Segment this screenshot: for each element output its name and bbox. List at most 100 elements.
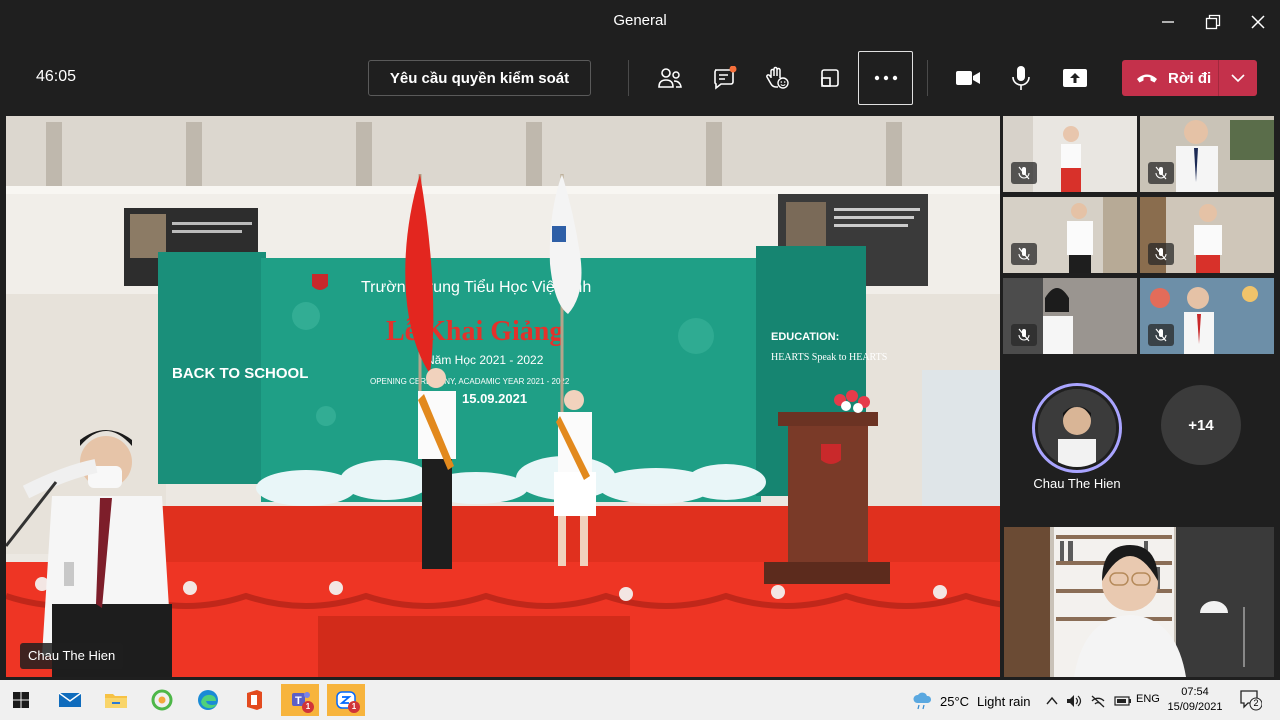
participants-icon — [658, 68, 682, 88]
teams-meeting-window: General 46:05 Yêu cầu quyền kiểm soát Rờ… — [0, 0, 1280, 720]
taskbar-file-explorer[interactable] — [97, 684, 135, 716]
windows-icon — [13, 692, 29, 708]
teams-notification-badge: 1 — [302, 701, 314, 713]
hearts-text: HEARTS Speak to HEARTS — [771, 352, 887, 363]
windows-taskbar: T 1 1 25°C Light rain ENG 07:54 15/09/20… — [0, 680, 1280, 720]
meeting-toolbar: 46:05 Yêu cầu quyền kiểm soát Rời đi — [0, 44, 1280, 112]
more-actions-button[interactable] — [858, 51, 913, 105]
taskbar-coccoc[interactable] — [143, 684, 181, 716]
restore-button[interactable] — [1193, 8, 1233, 36]
share-screen-button[interactable] — [1055, 58, 1095, 98]
mail-icon — [58, 692, 82, 707]
muted-indicator — [1011, 162, 1037, 184]
back-to-school-text: BACK TO SCHOOL — [172, 365, 308, 382]
video-camera-icon — [956, 71, 980, 85]
participant-tile[interactable] — [1003, 116, 1137, 192]
participants-button[interactable] — [650, 58, 690, 98]
participant-tile[interactable] — [1003, 278, 1137, 354]
mic-off-icon — [1018, 166, 1030, 180]
close-icon — [1251, 15, 1265, 29]
browser-leaf-icon — [151, 689, 173, 711]
participant-overflow-area: Chau The Hien +14 — [1003, 356, 1275, 524]
toolbar-divider — [628, 60, 629, 96]
muted-indicator — [1011, 243, 1037, 265]
mic-off-icon — [1018, 247, 1030, 261]
avatar-image — [1038, 389, 1116, 467]
muted-indicator — [1011, 324, 1037, 346]
participant-tile[interactable] — [1140, 197, 1274, 273]
school-year-text: Năm Học 2021 - 2022 — [426, 353, 544, 367]
raise-hand-button[interactable] — [757, 58, 797, 98]
muted-indicator — [1148, 162, 1174, 184]
mic-off-icon — [1155, 166, 1167, 180]
speaking-avatar[interactable] — [1032, 383, 1122, 473]
network-offline-icon[interactable] — [1090, 694, 1106, 708]
window-title: General — [613, 12, 667, 29]
zalo-notification-badge: 1 — [348, 701, 360, 713]
hang-up-icon — [1137, 74, 1157, 83]
request-control-button[interactable]: Yêu cầu quyền kiểm soát — [368, 60, 591, 96]
taskbar-zalo[interactable]: 1 — [327, 684, 365, 716]
clock-time: 07:54 — [1181, 686, 1209, 698]
chevron-down-icon — [1231, 74, 1245, 83]
leave-label: Rời đi — [1168, 69, 1212, 87]
start-button[interactable] — [2, 684, 40, 716]
ceremony-video-frame: Trường Trung Tiểu Học Việt Anh Lễ Khai G… — [6, 116, 1000, 677]
volume-icon[interactable] — [1066, 694, 1082, 708]
avatar — [1038, 389, 1116, 467]
leave-main-area[interactable]: Rời đi — [1122, 60, 1218, 96]
chat-icon — [714, 66, 737, 90]
muted-indicator — [1148, 324, 1174, 346]
rooms-button[interactable] — [810, 58, 850, 98]
participant-tile[interactable] — [1140, 116, 1274, 192]
hand-icon — [766, 66, 789, 89]
mic-off-icon — [1155, 328, 1167, 342]
microphone-button[interactable] — [1001, 58, 1041, 98]
camera-button[interactable] — [948, 58, 988, 98]
self-video-tile[interactable] — [1004, 527, 1274, 677]
presenter-name-label: Chau The Hien — [20, 643, 124, 669]
weather-widget[interactable]: 25°C Light rain — [912, 692, 1031, 710]
main-video-stage[interactable]: Trường Trung Tiểu Học Việt Anh Lễ Khai G… — [6, 116, 1000, 677]
title-bar: General — [0, 0, 1280, 44]
ellipsis-icon — [874, 75, 897, 81]
more-participants-button[interactable]: +14 — [1161, 385, 1241, 465]
self-video — [1004, 527, 1274, 677]
edge-icon — [198, 690, 218, 710]
notification-center-button[interactable]: 2 — [1238, 689, 1263, 711]
system-clock[interactable]: 07:54 15/09/2021 — [1166, 685, 1224, 715]
taskbar-edge[interactable] — [189, 684, 227, 716]
battery-icon[interactable] — [1114, 695, 1132, 707]
education-title-text: EDUCATION: — [771, 331, 839, 343]
restore-icon — [1205, 14, 1221, 30]
taskbar-teams[interactable]: T 1 — [281, 684, 319, 716]
chat-button[interactable] — [704, 58, 744, 98]
clock-date: 15/09/2021 — [1167, 701, 1223, 713]
rain-cloud-icon — [913, 692, 932, 710]
minimize-icon — [1162, 21, 1174, 23]
mic-off-icon — [1155, 247, 1167, 261]
participant-tile[interactable] — [1003, 197, 1137, 273]
weather-text: Light rain — [977, 693, 1031, 709]
leave-options-dropdown[interactable] — [1219, 60, 1257, 96]
taskbar-mail[interactable] — [51, 684, 89, 716]
office-icon — [247, 690, 262, 710]
microphone-icon — [1012, 66, 1030, 90]
date-text: 15.09.2021 — [462, 391, 527, 406]
notification-count: 2 — [1253, 698, 1259, 708]
taskbar-office[interactable] — [235, 684, 273, 716]
minimize-button[interactable] — [1148, 8, 1188, 36]
meeting-timer: 46:05 — [36, 68, 77, 85]
close-button[interactable] — [1238, 8, 1278, 36]
input-language-indicator[interactable]: ENG — [1136, 693, 1160, 705]
temperature-text: 25°C — [940, 693, 970, 709]
leave-button[interactable]: Rời đi — [1122, 60, 1257, 96]
share-screen-icon — [1063, 69, 1087, 87]
chevron-up-icon[interactable] — [1046, 696, 1058, 706]
rooms-icon — [821, 69, 839, 87]
participant-tile[interactable] — [1140, 278, 1274, 354]
folder-icon — [105, 694, 127, 708]
system-tray — [1046, 691, 1132, 711]
mic-off-icon — [1018, 328, 1030, 342]
toolbar-divider — [927, 60, 928, 96]
